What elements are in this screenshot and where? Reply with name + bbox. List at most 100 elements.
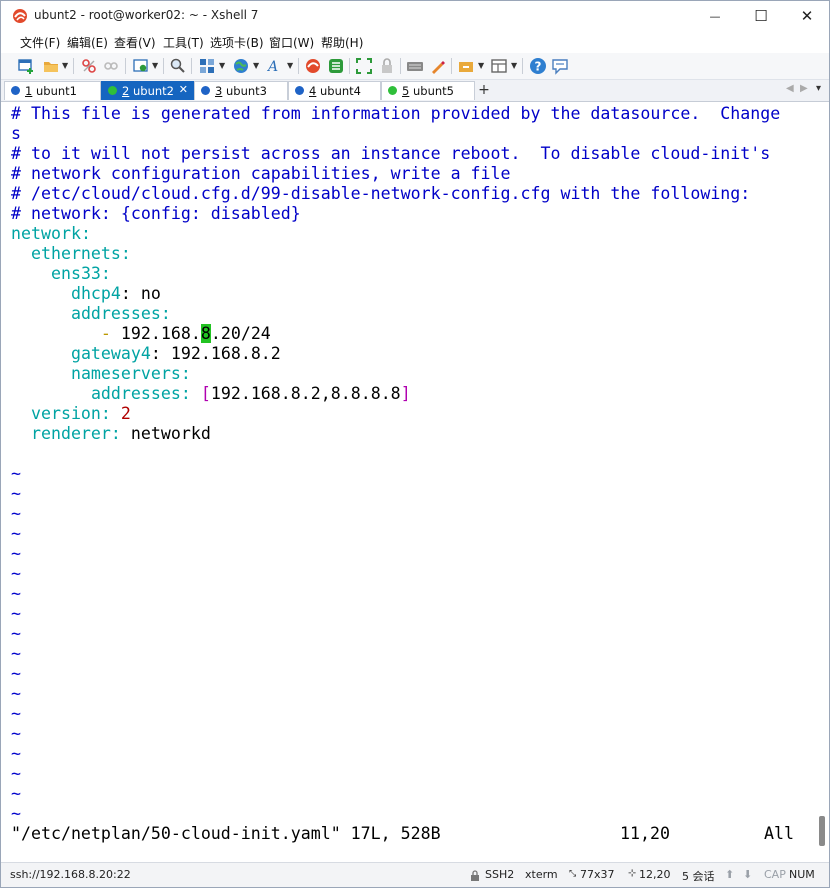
title-bar: ubunt2 - root@worker02: ~ - Xshell 7 — ☐… xyxy=(1,1,829,31)
menu-view[interactable]: 查看(V) xyxy=(114,34,156,51)
globe-dropdown-icon[interactable]: ▼ xyxy=(253,61,259,70)
yaml-line-ethernets: ethernets: xyxy=(30,244,131,263)
error-status-icon xyxy=(11,86,20,95)
tab-ubunt4[interactable]: 4 ubunt4 xyxy=(288,81,381,100)
maximize-button[interactable]: ☐ xyxy=(738,1,784,31)
tab-ubunt3[interactable]: 3 ubunt3 xyxy=(194,81,288,100)
vim-scroll-position: All xyxy=(764,824,794,843)
script-icon[interactable] xyxy=(457,57,475,75)
layout-dropdown-icon[interactable]: ▼ xyxy=(219,61,225,70)
terminal-type: xterm xyxy=(525,868,558,881)
reconnect-icon[interactable] xyxy=(102,57,120,75)
menu-tabs[interactable]: 选项卡(B) xyxy=(210,34,264,51)
maximize-icon: ☐ xyxy=(754,7,768,25)
menu-help[interactable]: 帮助(H) xyxy=(321,34,363,51)
tab-label: ubunt4 xyxy=(316,84,361,98)
protocol-label: SSH2 xyxy=(485,868,515,881)
yaml-line-ens33: ens33: xyxy=(50,264,111,283)
fullscreen-icon[interactable] xyxy=(355,57,373,75)
vim-empty-line-marker: ~ xyxy=(11,764,21,783)
terminal-scrollbar[interactable] xyxy=(817,102,829,854)
yaml-key: renderer xyxy=(30,424,111,443)
transfer-icon[interactable] xyxy=(490,57,508,75)
close-icon: ✕ xyxy=(800,7,814,25)
chat-icon[interactable] xyxy=(551,57,569,75)
vim-empty-line-marker: ~ xyxy=(11,804,21,823)
tab-ubunt5[interactable]: 5 ubunt5 xyxy=(381,81,475,100)
yaml-key: addresses xyxy=(90,384,181,403)
yaml-key: nameservers xyxy=(70,364,181,383)
scrollbar-thumb[interactable] xyxy=(819,816,825,846)
yaml-line-address-item: - 192.168.8.20/24 xyxy=(100,324,271,343)
tab-label: ubunt3 xyxy=(222,84,267,98)
tab-menu-icon[interactable]: ▾ xyxy=(816,83,821,94)
scroll-up-icon[interactable]: ⬆ xyxy=(725,868,734,881)
yaml-line-version: version: 2 xyxy=(30,404,131,423)
vim-empty-line-marker: ~ xyxy=(11,544,21,563)
font-icon[interactable]: A xyxy=(266,57,284,75)
yaml-line-network: network: xyxy=(11,224,91,243)
transfer-dropdown-icon[interactable]: ▼ xyxy=(511,61,517,70)
xshell-icon[interactable] xyxy=(304,57,322,75)
vim-empty-line-marker: ~ xyxy=(11,664,21,683)
yaml-line-nameservers: nameservers: xyxy=(70,364,191,383)
open-dropdown-icon[interactable]: ▼ xyxy=(62,61,68,70)
toolbar: ▼ ▼ ▼ ▼ A ▼ ▼ ▼ ? xyxy=(1,53,829,80)
close-button[interactable]: ✕ xyxy=(784,1,829,31)
pen-icon[interactable] xyxy=(429,57,447,75)
menu-window[interactable]: 窗口(W) xyxy=(269,34,314,51)
comment-line: # This file is generated from informatio… xyxy=(11,104,781,123)
keyboard-icon[interactable] xyxy=(406,57,424,75)
properties-dropdown-icon[interactable]: ▼ xyxy=(152,61,158,70)
disconnect-icon[interactable] xyxy=(80,57,98,75)
lock-icon xyxy=(471,870,479,881)
find-icon[interactable] xyxy=(169,57,187,75)
yaml-line-addresses: addresses: xyxy=(70,304,171,323)
window-title: ubunt2 - root@worker02: ~ - Xshell 7 xyxy=(34,8,259,22)
minimize-icon: — xyxy=(709,9,721,23)
tab-ubunt1[interactable]: 1 ubunt1 xyxy=(4,81,101,100)
vim-empty-line-marker: ~ xyxy=(11,724,21,743)
yaml-value: 2 xyxy=(120,404,131,423)
yaml-line-ns-addresses: addresses: [192.168.8.2,8.8.8.8] xyxy=(90,384,411,403)
help-icon[interactable]: ? xyxy=(529,57,547,75)
vim-empty-line-marker: ~ xyxy=(11,784,21,803)
menu-edit[interactable]: 编辑(E) xyxy=(67,34,108,51)
caps-lock-indicator: CAP xyxy=(764,868,786,881)
tab-next-icon[interactable]: ▶ xyxy=(800,83,808,94)
yaml-line-renderer: renderer: networkd xyxy=(30,424,211,443)
minimize-button[interactable]: — xyxy=(692,1,738,31)
tab-ubunt2[interactable]: 2 ubunt2 ✕ xyxy=(101,81,194,100)
vim-empty-line-marker: ~ xyxy=(11,504,21,523)
lock-icon[interactable] xyxy=(378,57,396,75)
vim-empty-line-marker: ~ xyxy=(11,684,21,703)
new-tab-button[interactable]: + xyxy=(476,81,492,100)
new-session-icon[interactable] xyxy=(17,57,35,75)
error-status-icon xyxy=(295,86,304,95)
text-cursor: 8 xyxy=(200,324,211,343)
svg-text:A: A xyxy=(266,59,278,75)
menu-tools[interactable]: 工具(T) xyxy=(163,34,204,51)
vim-empty-line-marker: ~ xyxy=(11,564,21,583)
svg-text:?: ? xyxy=(535,60,542,74)
xshell-window: ubunt2 - root@worker02: ~ - Xshell 7 — ☐… xyxy=(0,0,830,888)
menu-file[interactable]: 文件(F) xyxy=(20,34,60,51)
layout-icon[interactable] xyxy=(198,57,216,75)
vim-empty-line-marker: ~ xyxy=(11,744,21,763)
properties-icon[interactable] xyxy=(132,57,150,75)
script-dropdown-icon[interactable]: ▼ xyxy=(478,61,484,70)
tab-close-icon[interactable]: ✕ xyxy=(179,83,188,96)
session-tab-bar: 1 ubunt1 2 ubunt2 ✕ 3 ubunt3 4 ubunt4 5 … xyxy=(1,80,829,102)
globe-icon[interactable] xyxy=(232,57,250,75)
font-dropdown-icon[interactable]: ▼ xyxy=(287,61,293,70)
xftp-icon[interactable] xyxy=(327,57,345,75)
terminal-view[interactable]: # This file is generated from informatio… xyxy=(5,102,817,854)
num-lock-indicator: NUM xyxy=(789,868,815,881)
open-folder-icon[interactable] xyxy=(42,57,60,75)
vim-empty-line-marker: ~ xyxy=(11,644,21,663)
tab-prev-icon[interactable]: ◀ xyxy=(786,83,794,94)
scroll-down-icon[interactable]: ⬇ xyxy=(743,868,752,881)
yaml-value: 192.168. xyxy=(120,324,201,343)
comment-line: # network configuration capabilities, wr… xyxy=(11,164,511,183)
vim-empty-line-marker: ~ xyxy=(11,704,21,723)
